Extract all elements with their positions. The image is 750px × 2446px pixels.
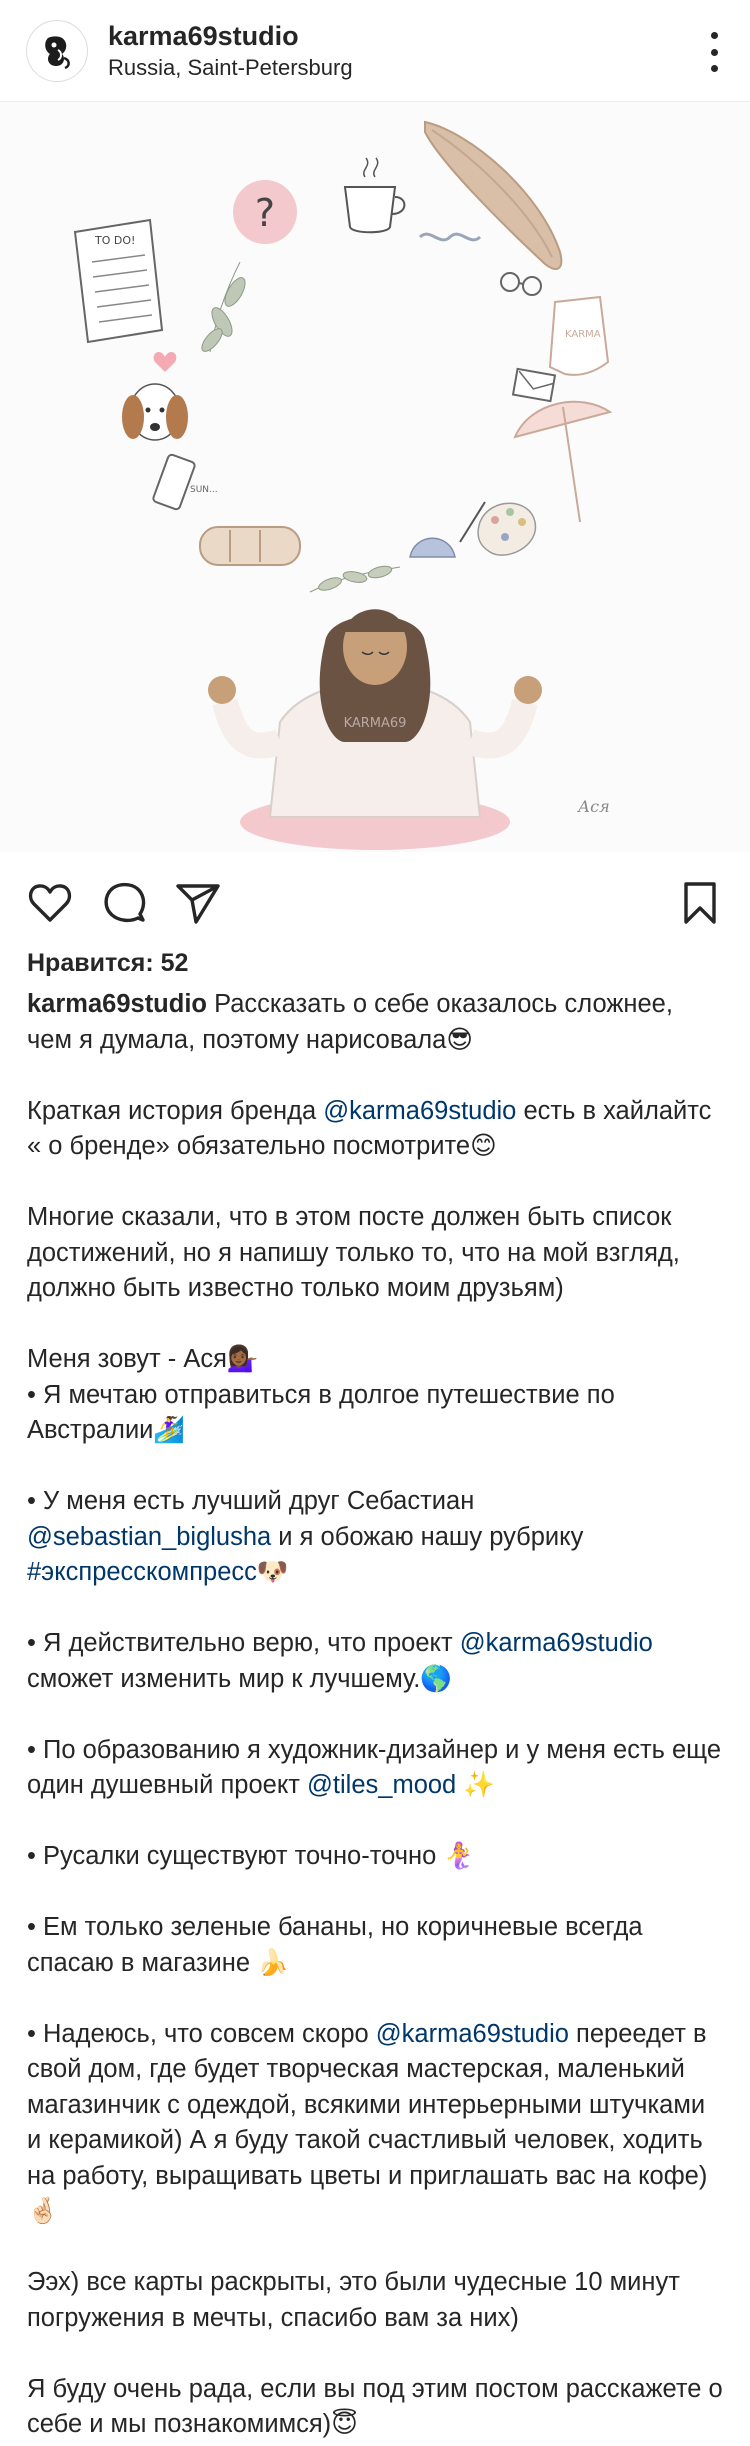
todo-list-icon: TO DO! [73,218,164,344]
caption-text: и я обожаю нашу рубрику [271,1522,584,1551]
caption-text: переедет в свой дом, где будет творческа… [27,2019,708,2226]
towel-roll-icon [199,526,301,566]
caption-paragraph: Ээх) все карты раскрыты, это были чудесн… [27,2265,723,2336]
caption-link[interactable]: @sebastian_biglusha [27,1523,271,1551]
todo-label: TO DO! [94,234,135,247]
comment-icon[interactable] [100,878,148,926]
caption-text: сможет изменить мир к лучшему.🌎 [27,1664,453,1693]
surfboard-icon [424,120,563,270]
caption-text: Многие сказали, что в этом посте должен … [27,1203,680,1302]
phone-icon [152,453,196,511]
more-vertical-icon[interactable] [704,32,724,72]
leaf-branch-icon [201,261,246,353]
caption-paragraph: Многие сказали, что в этом посте должен … [27,1200,723,1307]
brand-logo-icon [45,35,70,69]
caption-paragraph: Краткая история бренда @karma69studio ес… [27,1094,723,1165]
caption-link[interactable]: @karma69studio [323,1097,516,1125]
meditating-girl-illustration: KARMA69 [208,609,542,850]
caption-paragraph: • Ем только зеленые бананы, но коричневы… [27,1910,723,1981]
heart-icon[interactable] [26,878,74,926]
swimsuit-icon: KARMA [548,295,610,376]
svg-text:?: ? [255,191,275,235]
header-username[interactable]: karma69studio [108,19,353,53]
caption-paragraph: • По образованию я художник-дизайнер и у… [27,1733,723,1804]
caption-text: • Надеюсь, что совсем скоро [27,2019,376,2048]
header-text: karma69studio Russia, Saint-Petersburg [108,19,353,82]
caption-link[interactable]: @tiles_mood [307,1771,456,1799]
caption-text: • Ем только зеленые бананы, но коричневы… [27,1913,643,1977]
caption-link[interactable]: #экспресскомпресс [27,1558,257,1586]
caption-text: • Я мечтаю отправиться в долгое путешест… [27,1380,615,1445]
post-image[interactable]: ? TO DO! KARMA SUN... KARMA69 Ася [0,102,750,852]
action-bar [0,852,750,952]
caption-paragraph: • Я мечтаю отправиться в долгое путешест… [27,1378,723,1449]
note-label: SUN... [190,485,218,495]
coffee-cup-icon [343,157,406,234]
caption-username[interactable]: karma69studio [27,990,214,1018]
caption-paragraph: • Русалки существуют точно-точно 🧜‍♀️ [27,1839,723,1875]
caption-link[interactable]: @karma69studio [376,2020,569,2048]
caption-text: Краткая история бренда [27,1096,324,1125]
header-location[interactable]: Russia, Saint-Petersburg [108,54,353,82]
sunglasses-icon [500,272,542,296]
caption-text: Ээх) все карты раскрыты, это были чудесн… [27,2268,680,2332]
avatar[interactable] [26,19,88,82]
caption-text: • У меня есть лучший друг Себастиан [27,1487,475,1515]
shell-icon [409,537,456,558]
caption-text: ✨ [456,1771,496,1799]
caption-text: • Я действительно верю, что проект [27,1629,460,1657]
caption-text: Меня зовут - Ася💁🏾‍♀️ [27,1345,259,1373]
artist-signature: Ася [577,797,610,816]
olive-branch-icon [309,565,401,593]
caption-paragraph: • У меня есть лучший друг Себастиан @seb… [27,1484,723,1591]
bookmark-icon[interactable] [676,878,724,926]
small-heart-icon [153,352,177,372]
send-icon[interactable] [174,878,222,926]
caption-paragraph: Я буду очень рада, если вы под этим пост… [27,2372,723,2443]
caption-text: Я буду очень рада, если вы под этим пост… [27,2374,723,2439]
caption-paragraph: • Я действительно верю, что проект @karm… [27,1626,723,1697]
question-bubble-icon: ? [233,180,297,244]
caption-text: 🐶 [256,1558,289,1586]
beach-umbrella-icon [513,400,613,523]
envelope-icon [511,367,557,403]
paint-palette-icon [459,501,537,556]
caption-text: • Русалки существуют точно-точно 🧜‍♀️ [27,1842,476,1870]
sweater-label: KARMA69 [344,716,407,731]
caption-paragraph: Меня зовут - Ася💁🏾‍♀️ [27,1342,723,1378]
caption-paragraph: karma69studio Рассказать о себе оказалос… [27,987,723,1058]
illustration: ? TO DO! KARMA SUN... KARMA69 Ася [73,120,613,850]
dog-icon [122,383,188,441]
caption-paragraph: • Надеюсь, что совсем скоро @karma69stud… [27,2017,723,2230]
post-caption: karma69studio Рассказать о себе оказалос… [0,987,750,2443]
swimsuit-label: KARMA [565,329,601,340]
caption-link[interactable]: @karma69studio [460,1629,653,1657]
post-header: karma69studio Russia, Saint-Petersburg [0,0,750,102]
wave-icon [418,232,482,242]
